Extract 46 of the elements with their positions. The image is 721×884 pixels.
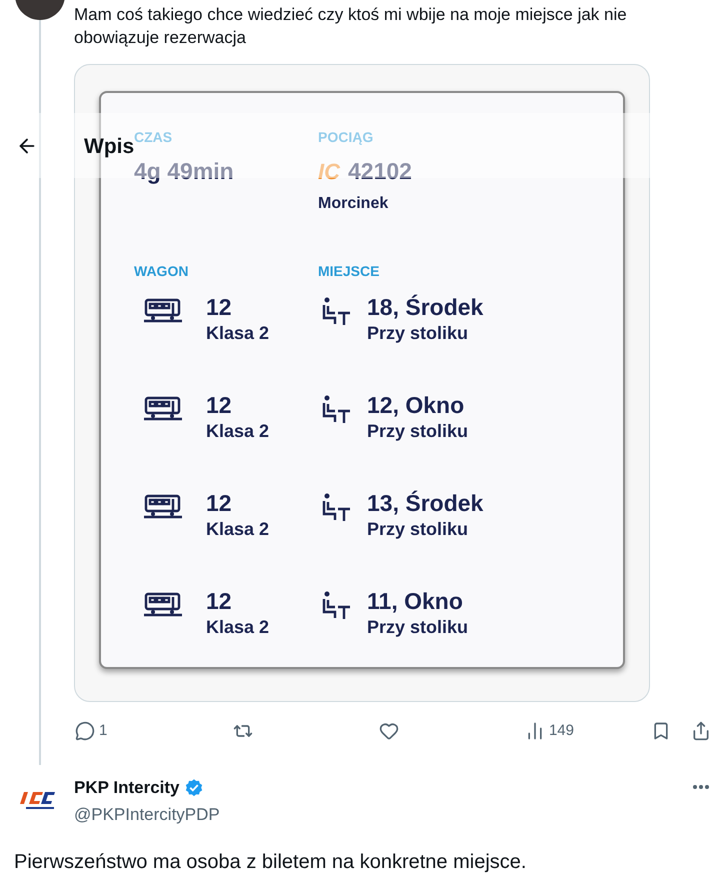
wagon-number: 12	[206, 294, 233, 320]
heart-icon	[379, 721, 400, 742]
seat-number: 18, Środek	[367, 294, 484, 320]
seat-icon	[321, 296, 351, 326]
more-button[interactable]	[693, 785, 709, 789]
wagon-number: 12	[206, 490, 233, 516]
train-car-icon	[144, 592, 182, 618]
seat-icon	[321, 492, 351, 522]
wagon-label: WAGON	[134, 262, 190, 280]
views-button[interactable]: 149	[524, 720, 574, 742]
seat-note: Przy stoliku	[367, 616, 468, 638]
seat-number: 11, Okno	[367, 588, 464, 614]
author-name[interactable]: PKP Intercity	[74, 775, 180, 800]
seat-note: Przy stoliku	[367, 322, 470, 344]
seat-number: 13, Środek	[367, 490, 484, 516]
wagon-class: Klasa 2	[206, 322, 270, 344]
seat-note: Przy stoliku	[367, 518, 470, 540]
reply-icon	[75, 721, 95, 742]
wagon-class: Klasa 2	[206, 420, 270, 442]
logo-icon	[20, 792, 54, 809]
field-value: 42102	[348, 157, 412, 186]
field-label: POCIĄG	[318, 128, 374, 147]
field-label: CZAS	[134, 128, 174, 147]
share-icon	[691, 721, 711, 742]
train-car-icon	[144, 494, 182, 520]
field-value: 4g 49min	[134, 158, 234, 186]
seat-icon	[321, 590, 351, 620]
reply-button[interactable]: 1	[75, 720, 108, 742]
wagon-number: 12	[206, 392, 233, 418]
train-logo: IC	[318, 158, 340, 186]
train-car-icon	[144, 396, 182, 422]
seat-label: MIEJSCE	[318, 262, 380, 280]
train-car-icon	[144, 298, 182, 324]
seat-icon	[321, 394, 351, 424]
wagon-class: Klasa 2	[206, 518, 270, 540]
page-title: Wpis	[84, 134, 134, 160]
share-button[interactable]	[691, 721, 711, 742]
seat-number: 12, Okno	[367, 392, 466, 418]
author-handle[interactable]: @PKPIntercityPDP	[74, 802, 693, 827]
reply-text: Pierwszeństwo ma osoba z biletem na konkretne miejsce.	[13, 850, 528, 875]
wagon-number: 12	[206, 588, 233, 614]
more-icon	[693, 785, 709, 789]
wagon-class: Klasa 2	[206, 616, 270, 638]
field-subvalue: Morcinek	[318, 194, 390, 214]
seat-note: Przy stoliku	[367, 420, 468, 442]
post-text: Mam coś takiego chce wiedzieć czy ktoś mi wbije na moje miejsce jak nie obowiązuje rezerwacja	[74, 4, 628, 49]
